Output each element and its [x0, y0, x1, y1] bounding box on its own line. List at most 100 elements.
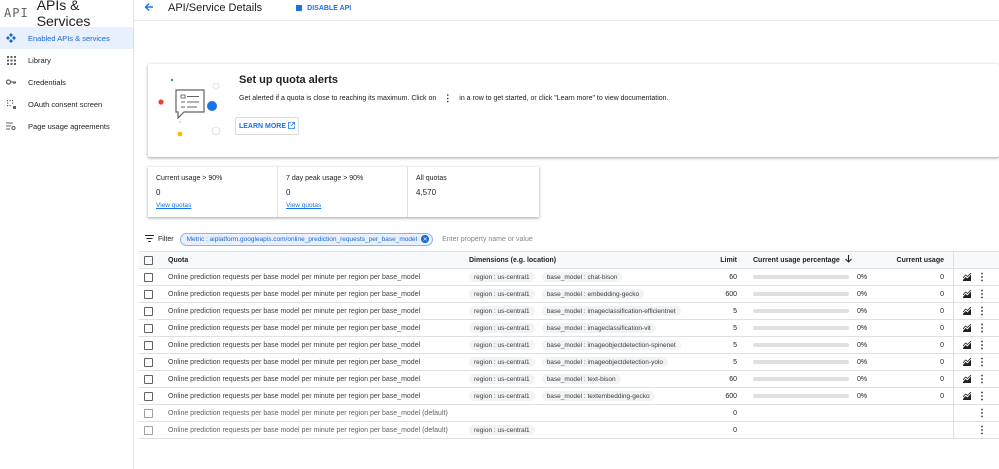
- alert-title: Set up quota alerts: [239, 74, 339, 86]
- more-vert-icon[interactable]: ⋮: [977, 269, 987, 285]
- row-checkbox[interactable]: [144, 323, 153, 333]
- base-model-tag: base_model : chat-bison: [541, 272, 623, 282]
- stat-all-quotas: All quotas 4,570: [408, 167, 538, 217]
- chip-label: Metric : aiplatform.googleapis.com/onlin…: [186, 235, 418, 243]
- column-divider: [953, 286, 954, 302]
- page-title: API/Service Details: [168, 2, 263, 14]
- dimensions-cell: region : us-central1 base_model : imageob…: [469, 337, 688, 353]
- row-checkbox[interactable]: [144, 340, 153, 350]
- base-model-tag: base_model : textembedding-gecko: [541, 391, 655, 401]
- table-row[interactable]: Online prediction requests per base mode…: [139, 388, 999, 405]
- chart-icon[interactable]: [963, 286, 972, 302]
- dimensions-cell: region : us-central1 base_model : imagecl…: [469, 303, 688, 319]
- column-divider: [953, 269, 954, 285]
- table-row[interactable]: Online prediction requests per base mode…: [139, 337, 999, 354]
- more-vert-icon: ⋮: [443, 93, 453, 103]
- quota-name: Online prediction requests per base mode…: [168, 324, 421, 332]
- sidebar-item-credentials[interactable]: Credentials: [0, 71, 133, 93]
- disable-api-button[interactable]: DISABLE API: [296, 5, 351, 12]
- close-icon[interactable]: ✕: [421, 235, 430, 243]
- current-usage-value: 0: [940, 392, 944, 400]
- sidebar-item-oauth[interactable]: OAuth consent screen: [0, 93, 133, 115]
- row-checkbox[interactable]: [144, 289, 153, 299]
- chart-icon[interactable]: [963, 337, 972, 353]
- more-vert-icon[interactable]: ⋮: [977, 337, 987, 353]
- usage-percentage-cell: 0%: [753, 320, 867, 336]
- row-select-cell: [144, 354, 153, 370]
- key-icon: [6, 77, 16, 87]
- sidebar-item-label: Credentials: [28, 77, 66, 87]
- table-row[interactable]: Online prediction requests per base mode…: [139, 303, 999, 320]
- more-vert-icon[interactable]: ⋮: [977, 303, 987, 319]
- dimensions-cell: region : us-central1 base_model : embeddi…: [469, 286, 651, 302]
- arrow-back-icon[interactable]: [144, 1, 154, 15]
- table-row[interactable]: Online prediction requests per base mode…: [139, 405, 999, 422]
- select-all-checkbox[interactable]: [144, 255, 153, 265]
- consent-icon: [6, 99, 16, 109]
- chart-icon[interactable]: [963, 320, 972, 336]
- chart-icon[interactable]: [963, 371, 972, 387]
- chart-icon[interactable]: [963, 269, 972, 285]
- chart-icon[interactable]: [963, 303, 972, 319]
- row-checkbox[interactable]: [144, 374, 153, 384]
- more-vert-icon[interactable]: ⋮: [977, 354, 987, 370]
- view-quotas-link[interactable]: View quotas: [286, 202, 399, 209]
- usage-percentage-cell: 0%: [753, 286, 867, 302]
- header-divider: [134, 20, 999, 21]
- table-row[interactable]: Online prediction requests per base mode…: [139, 422, 999, 439]
- current-usage-value: 0: [940, 375, 944, 383]
- header-limit[interactable]: Limit: [699, 252, 737, 268]
- quota-name: Online prediction requests per base mode…: [168, 375, 421, 383]
- usage-percentage-cell: 0%: [753, 354, 867, 370]
- more-vert-icon[interactable]: ⋮: [977, 371, 987, 387]
- chart-icon[interactable]: [963, 388, 972, 404]
- row-checkbox[interactable]: [144, 425, 153, 435]
- metric-filter-chip[interactable]: Metric : aiplatform.googleapis.com/onlin…: [179, 232, 434, 246]
- row-checkbox[interactable]: [144, 357, 153, 367]
- sidebar-item-enabled-apis[interactable]: Enabled APIs & services: [0, 27, 133, 49]
- quota-name: Online prediction requests per base mode…: [168, 409, 448, 417]
- learn-more-button[interactable]: LEARN MORE: [235, 117, 299, 135]
- limit-value: 5: [733, 341, 737, 349]
- table-row[interactable]: Online prediction requests per base mode…: [139, 354, 999, 371]
- table-row[interactable]: Online prediction requests per base mode…: [139, 371, 999, 388]
- base-model-tag: base_model : embedding-gecko: [541, 289, 645, 299]
- header-quota[interactable]: Quota: [168, 252, 188, 268]
- row-checkbox[interactable]: [144, 306, 153, 316]
- more-vert-icon[interactable]: ⋮: [977, 422, 987, 438]
- sidebar-item-library[interactable]: Library: [0, 49, 133, 71]
- sidebar-item-page-usage[interactable]: Page usage agreements: [0, 115, 133, 137]
- disable-api-label: DISABLE API: [307, 4, 352, 12]
- table-row[interactable]: Online prediction requests per base mode…: [139, 286, 999, 303]
- stat-peak-usage: 7 day peak usage > 90% 0 View quotas: [278, 167, 408, 217]
- filter-input[interactable]: Enter property name or value: [442, 236, 533, 243]
- region-tag: region : us-central1: [469, 425, 535, 435]
- stat-label: All quotas: [416, 175, 447, 182]
- dimensions-cell: region : us-central1 base_model : imagecl…: [469, 320, 663, 336]
- row-select-cell: [144, 371, 153, 387]
- stat-label: Current usage > 90%: [156, 175, 223, 182]
- row-checkbox[interactable]: [144, 408, 153, 418]
- table-row[interactable]: Online prediction requests per base mode…: [139, 320, 999, 337]
- row-checkbox[interactable]: [144, 391, 153, 401]
- more-vert-icon[interactable]: ⋮: [977, 405, 987, 421]
- more-vert-icon[interactable]: ⋮: [977, 286, 987, 302]
- table-row[interactable]: Online prediction requests per base mode…: [139, 269, 999, 286]
- view-quotas-link[interactable]: View quotas: [156, 202, 269, 209]
- region-tag: region : us-central1: [469, 306, 535, 316]
- more-vert-icon[interactable]: ⋮: [977, 388, 987, 404]
- header-current-usage[interactable]: Current usage: [874, 252, 944, 268]
- current-usage-value: 0: [940, 273, 944, 281]
- dimensions-cell: region : us-central1 base_model : text-bi…: [469, 371, 628, 387]
- sidebar-item-label: OAuth consent screen: [28, 99, 103, 109]
- region-tag: region : us-central1: [469, 357, 535, 367]
- quota-name: Online prediction requests per base mode…: [168, 426, 448, 434]
- more-vert-icon[interactable]: ⋮: [977, 320, 987, 336]
- sidebar-item-label: Library: [28, 55, 51, 65]
- row-checkbox[interactable]: [144, 272, 153, 282]
- header-usage-percentage[interactable]: Current usage percentage: [753, 252, 852, 268]
- row-select-cell: [144, 269, 153, 285]
- usage-progress-bar: [753, 377, 849, 381]
- header-dimensions[interactable]: Dimensions (e.g. location): [469, 252, 556, 268]
- chart-icon[interactable]: [963, 354, 972, 370]
